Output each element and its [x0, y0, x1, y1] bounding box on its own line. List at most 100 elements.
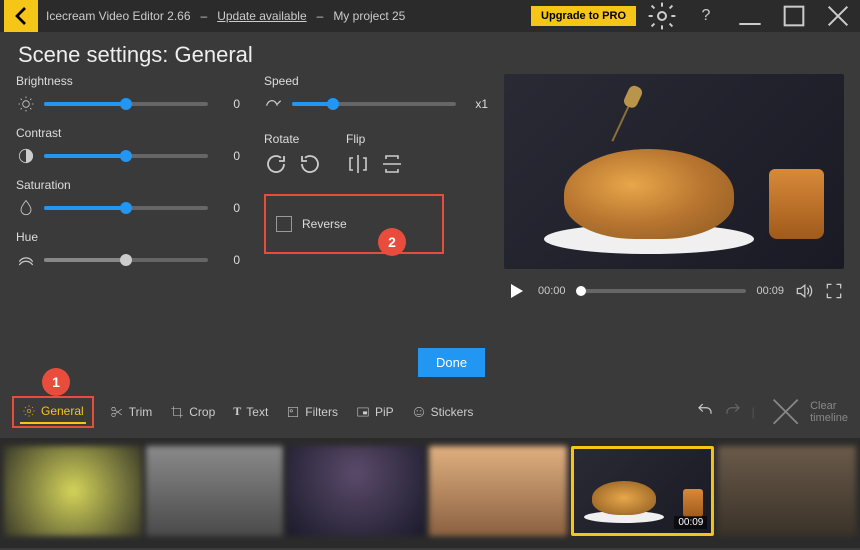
player-bar: 00:00 00:09	[504, 279, 844, 303]
tab-pip[interactable]: PiP	[354, 401, 396, 423]
brightness-value: 0	[216, 97, 240, 111]
tab-trim[interactable]: Trim	[108, 401, 155, 423]
progress-bar[interactable]	[576, 289, 747, 293]
timeline-clip[interactable]	[718, 446, 856, 536]
rotate-ccw-button[interactable]	[298, 152, 322, 176]
undo-icon	[696, 401, 714, 419]
speed-value: x1	[464, 97, 488, 111]
tab-stickers[interactable]: Stickers	[410, 401, 476, 423]
upgrade-pro-button[interactable]: Upgrade to PRO	[531, 6, 636, 26]
stickers-icon	[412, 405, 426, 419]
settings-right-col: Speed x1 Rotate Flip	[264, 74, 488, 344]
hue-icon	[16, 250, 36, 270]
saturation-label: Saturation	[16, 178, 240, 192]
tab-general[interactable]: General	[20, 400, 86, 424]
reverse-highlight-box: Reverse 2	[264, 194, 444, 254]
brightness-icon	[16, 94, 36, 114]
flip-label: Flip	[346, 132, 404, 146]
redo-icon	[724, 401, 742, 419]
speed-icon	[264, 94, 284, 114]
contrast-icon	[16, 146, 36, 166]
rotate-ccw-icon	[298, 152, 322, 176]
timeline-clip[interactable]	[146, 446, 284, 536]
flip-vertical-button[interactable]	[380, 152, 404, 176]
duration-time: 00:09	[756, 285, 784, 297]
redo-button[interactable]	[724, 401, 742, 422]
volume-button[interactable]	[794, 281, 814, 301]
hue-group: Hue 0	[16, 230, 240, 270]
help-button[interactable]: ?	[688, 0, 724, 32]
speed-group: Speed x1	[264, 74, 488, 114]
clear-timeline-button[interactable]: Clear timeline	[765, 391, 848, 432]
flip-group: Flip	[346, 132, 404, 176]
update-available-link[interactable]: Update available	[217, 9, 306, 23]
rotate-label: Rotate	[264, 132, 322, 146]
close-icon	[820, 0, 856, 32]
scissors-icon	[110, 405, 124, 419]
gear-icon	[22, 404, 36, 418]
saturation-value: 0	[216, 201, 240, 215]
back-button[interactable]	[4, 0, 38, 32]
project-name: My project 25	[333, 9, 405, 23]
app-title-group: Icecream Video Editor 2.66 – Update avai…	[46, 9, 405, 23]
speed-slider[interactable]	[292, 102, 456, 106]
reverse-checkbox[interactable]	[276, 216, 292, 232]
pip-icon	[356, 405, 370, 419]
contrast-label: Contrast	[16, 126, 240, 140]
fullscreen-button[interactable]	[824, 281, 844, 301]
app-name: Icecream Video Editor 2.66	[46, 9, 191, 23]
fullscreen-icon	[824, 281, 844, 301]
timeline-clip-selected[interactable]: 00:09	[571, 446, 715, 536]
question-icon: ?	[702, 7, 711, 25]
flip-horizontal-icon	[346, 152, 370, 176]
maximize-icon	[776, 0, 812, 32]
current-time: 00:00	[538, 285, 566, 297]
tab-crop[interactable]: Crop	[168, 401, 217, 423]
rotate-cw-button[interactable]	[264, 152, 288, 176]
settings-left-col: Brightness 0 Contrast 0 Saturation	[16, 74, 240, 344]
clip-duration: 00:09	[674, 516, 707, 529]
minimize-icon	[732, 0, 768, 32]
contrast-slider[interactable]	[44, 154, 208, 158]
x-icon	[765, 391, 806, 432]
done-row: Done	[0, 344, 860, 385]
brightness-slider[interactable]	[44, 102, 208, 106]
text-icon: T	[233, 404, 241, 419]
maximize-button[interactable]	[776, 0, 812, 32]
hue-value: 0	[216, 253, 240, 267]
flip-vertical-icon	[380, 152, 404, 176]
undo-button[interactable]	[696, 401, 714, 422]
preview-image	[504, 74, 844, 269]
tabs-right: | Clear timeline	[696, 391, 848, 432]
timeline-clip[interactable]	[429, 446, 567, 536]
tab-filters[interactable]: Filters	[284, 401, 340, 423]
speed-label: Speed	[264, 74, 488, 88]
settings-button[interactable]	[644, 0, 680, 32]
volume-icon	[794, 281, 814, 301]
saturation-icon	[16, 198, 36, 218]
tab-text[interactable]: TText	[231, 400, 270, 423]
tabs-bar: 1 General Trim Crop TText Filters PiP St…	[0, 385, 860, 438]
contrast-group: Contrast 0	[16, 126, 240, 166]
done-button[interactable]: Done	[418, 348, 485, 377]
callout-1: 1	[42, 368, 70, 396]
brightness-group: Brightness 0	[16, 74, 240, 114]
close-button[interactable]	[820, 0, 856, 32]
timeline[interactable]: 00:09	[0, 438, 860, 548]
play-button[interactable]	[504, 279, 528, 303]
settings-columns: Brightness 0 Contrast 0 Saturation	[16, 74, 488, 344]
titlebar: Icecream Video Editor 2.66 – Update avai…	[0, 0, 860, 32]
callout-2: 2	[378, 228, 406, 256]
timeline-clip[interactable]	[287, 446, 425, 536]
arrow-left-icon	[4, 0, 38, 32]
timeline-clip[interactable]	[4, 446, 142, 536]
page-title: Scene settings: General	[0, 32, 860, 74]
filters-icon	[286, 405, 300, 419]
reverse-label: Reverse	[302, 217, 347, 231]
hue-slider[interactable]	[44, 258, 208, 262]
hue-label: Hue	[16, 230, 240, 244]
flip-horizontal-button[interactable]	[346, 152, 370, 176]
minimize-button[interactable]	[732, 0, 768, 32]
tab-general-label: General	[41, 404, 84, 418]
saturation-slider[interactable]	[44, 206, 208, 210]
